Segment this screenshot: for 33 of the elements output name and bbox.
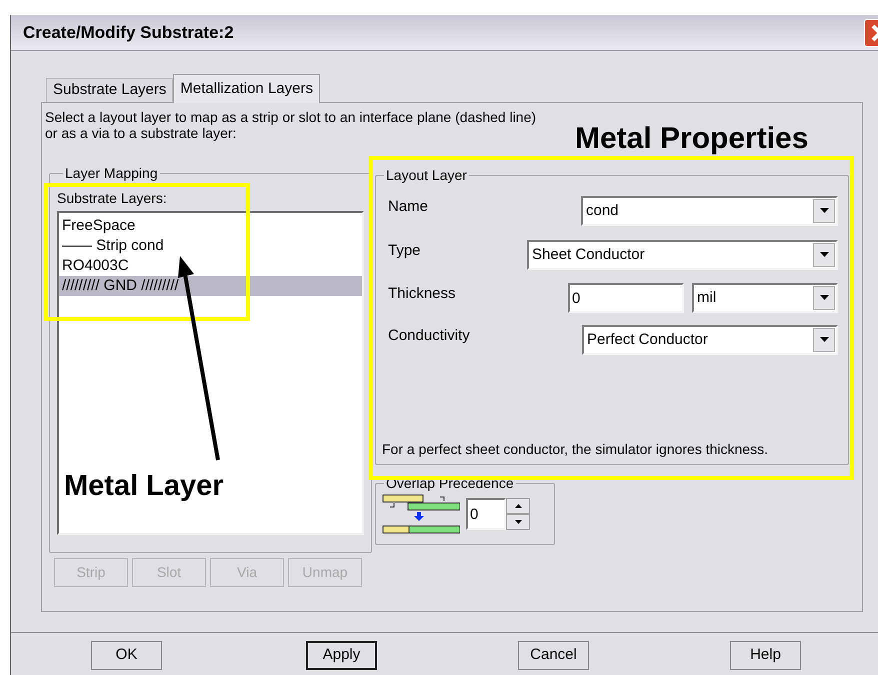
dropdown[interactable]: cond xyxy=(581,196,838,226)
tab[interactable]: Substrate Layers xyxy=(46,78,174,102)
dialog-button[interactable]: OK xyxy=(91,641,162,670)
dropdown[interactable]: Perfect Conductor xyxy=(582,325,838,355)
spin-field[interactable]: 0 xyxy=(466,498,506,530)
list-label: Substrate Layers: xyxy=(57,189,168,208)
note-text: For a perfect sheet conductor, the simulator ignores thickness. xyxy=(382,440,769,459)
dropdown[interactable]: Sheet Conductor xyxy=(527,240,838,270)
field-label: Thickness xyxy=(388,284,456,304)
field-label: Type xyxy=(388,241,421,261)
field-label: Name xyxy=(388,197,428,217)
annotation-heading: Metal Properties xyxy=(575,122,808,156)
list-item[interactable]: ///////// GND ///////// xyxy=(59,276,362,296)
spin-up-button[interactable] xyxy=(506,498,530,514)
annotation-label: Metal Layer xyxy=(64,469,224,504)
list-item[interactable]: —— Strip cond xyxy=(59,236,362,256)
list-item[interactable]: FreeSpace xyxy=(59,216,362,236)
list-item[interactable]: RO4003C xyxy=(59,256,362,276)
spin-down-button[interactable] xyxy=(506,514,530,530)
dropdown[interactable]: mil xyxy=(692,283,838,313)
up-arrow-icon xyxy=(514,504,522,508)
window-title: Create/Modify Substrate:2 xyxy=(22,22,234,44)
field-label: Conductivity xyxy=(388,326,470,346)
down-arrow-icon xyxy=(514,520,522,524)
instruction-text: Select a layout layer to map as a strip or slot to an interface plane (dashed line) or as a via to a substrate layer: xyxy=(45,109,536,141)
group-title: Layer Mapping xyxy=(64,164,159,183)
thickness-field[interactable]: 0 xyxy=(568,283,684,313)
dialog-button[interactable]: Apply xyxy=(306,641,377,670)
tab[interactable]: Metallization Layers xyxy=(173,74,320,103)
overlap-icon xyxy=(382,494,460,534)
dialog-button[interactable]: Help xyxy=(730,641,801,670)
dialog-button[interactable]: Cancel xyxy=(518,641,589,670)
group-title: Layout Layer xyxy=(385,166,468,185)
